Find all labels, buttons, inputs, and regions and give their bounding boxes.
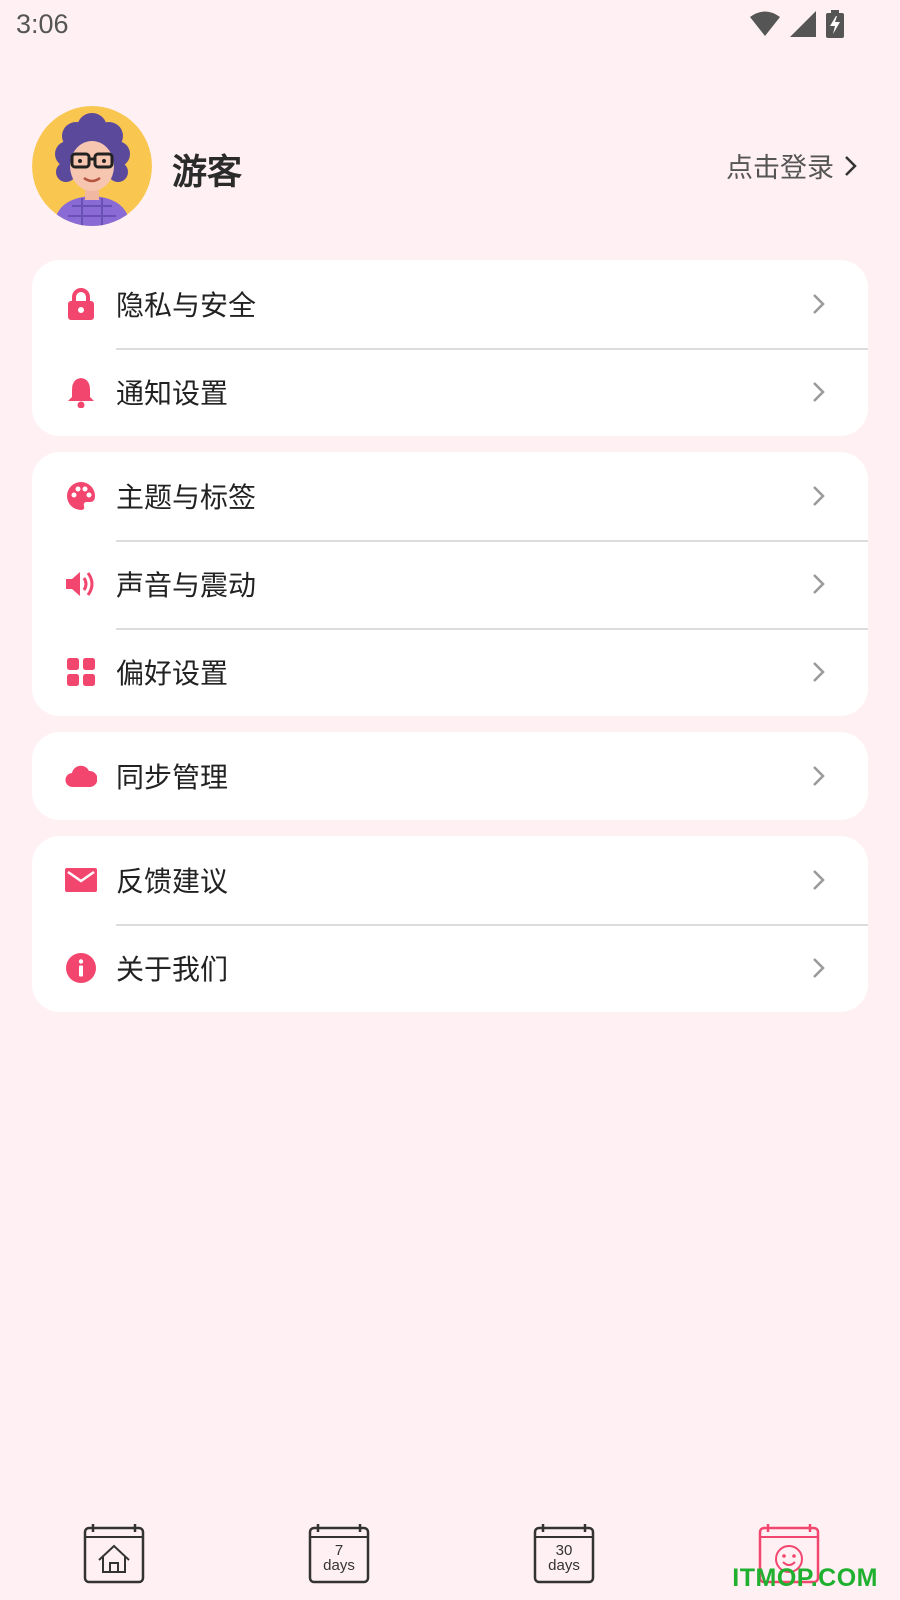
settings-card-about: 反馈建议 关于我们 bbox=[32, 836, 868, 1012]
menu-item-label: 偏好设置 bbox=[116, 657, 229, 690]
chevron-right-icon bbox=[813, 294, 825, 314]
menu-item-sync-management[interactable]: 同步管理 bbox=[32, 732, 868, 820]
chevron-right-icon bbox=[813, 662, 825, 682]
menu-item-label: 通知设置 bbox=[116, 377, 229, 410]
settings-card-appearance: 主题与标签 声音与震动 偏好设置 bbox=[32, 452, 868, 716]
lock-icon bbox=[65, 288, 97, 320]
tab-unit: days bbox=[548, 1557, 580, 1574]
menu-item-label: 声音与震动 bbox=[116, 569, 257, 602]
battery-charging-icon bbox=[826, 10, 844, 38]
status-bar: 3:06 bbox=[0, 0, 900, 50]
chevron-right-icon bbox=[845, 155, 857, 176]
menu-item-label: 关于我们 bbox=[116, 953, 229, 986]
chevron-right-icon bbox=[813, 574, 825, 594]
profile-name: 游客 bbox=[172, 153, 243, 193]
chevron-right-icon bbox=[813, 766, 825, 786]
mail-icon bbox=[65, 864, 97, 896]
menu-item-sound-vibration[interactable]: 声音与震动 bbox=[32, 540, 868, 628]
menu-item-preferences[interactable]: 偏好设置 bbox=[32, 628, 868, 716]
info-icon bbox=[65, 952, 97, 984]
status-time: 3:06 bbox=[16, 9, 69, 39]
chevron-right-icon bbox=[813, 382, 825, 402]
tab-7-days[interactable]: 7 days bbox=[308, 1522, 370, 1584]
home-calendar-icon bbox=[83, 1524, 145, 1584]
status-icons bbox=[750, 10, 844, 38]
menu-item-label: 同步管理 bbox=[116, 761, 229, 794]
menu-item-privacy-security[interactable]: 隐私与安全 bbox=[32, 260, 868, 348]
tab-home[interactable] bbox=[83, 1522, 145, 1584]
chevron-right-icon bbox=[813, 486, 825, 506]
settings-card-security: 隐私与安全 通知设置 bbox=[32, 260, 868, 436]
login-link[interactable]: 点击登录 bbox=[726, 146, 858, 185]
tab-number: 7 bbox=[334, 1542, 344, 1559]
login-label: 点击登录 bbox=[726, 153, 834, 184]
speaker-icon bbox=[65, 568, 97, 600]
bell-icon bbox=[65, 376, 97, 408]
chevron-right-icon bbox=[813, 958, 825, 978]
wifi-icon bbox=[750, 11, 780, 36]
menu-item-notification-settings[interactable]: 通知设置 bbox=[32, 348, 868, 436]
tab-unit: days bbox=[323, 1557, 355, 1574]
settings-card-sync: 同步管理 bbox=[32, 732, 868, 820]
watermark: ITMOP.COM bbox=[732, 1564, 878, 1592]
menu-item-label: 反馈建议 bbox=[116, 865, 229, 898]
chevron-right-icon bbox=[813, 870, 825, 890]
palette-icon bbox=[65, 480, 97, 512]
cloud-icon bbox=[65, 760, 97, 792]
menu-item-label: 隐私与安全 bbox=[116, 289, 257, 322]
menu-item-feedback[interactable]: 反馈建议 bbox=[32, 836, 868, 924]
tab-30-days[interactable]: 30 days bbox=[533, 1522, 595, 1584]
menu-item-about-us[interactable]: 关于我们 bbox=[32, 924, 868, 1012]
menu-item-theme-tags[interactable]: 主题与标签 bbox=[32, 452, 868, 540]
avatar[interactable] bbox=[32, 106, 152, 226]
tab-number: 30 bbox=[555, 1542, 573, 1559]
profile-header: 游客 点击登录 bbox=[32, 106, 868, 226]
menu-item-label: 主题与标签 bbox=[116, 481, 257, 514]
grid-icon bbox=[65, 656, 97, 688]
signal-icon bbox=[790, 11, 816, 37]
